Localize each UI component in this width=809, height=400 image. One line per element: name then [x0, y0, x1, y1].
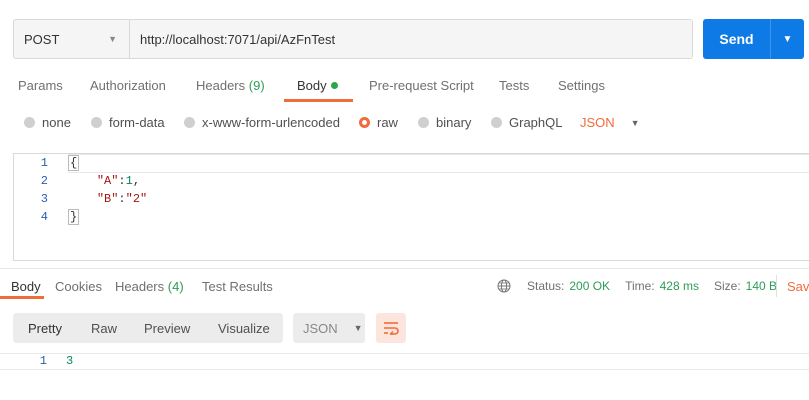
- tab-headers-count: (9): [248, 78, 265, 93]
- globe-icon[interactable]: [497, 279, 511, 293]
- radio-none[interactable]: none: [24, 115, 71, 130]
- send-label: Send: [719, 31, 754, 47]
- active-dot-icon: [330, 82, 338, 89]
- code-line: 1 {: [14, 155, 809, 174]
- tab-tests-label: Tests: [499, 78, 530, 93]
- method-label: POST: [24, 31, 60, 47]
- url-input[interactable]: http://localhost:7071/api/AzFnTest: [130, 20, 692, 58]
- line-number: 2: [40, 174, 48, 188]
- tab-headers-label: Headers: [196, 78, 246, 93]
- request-bar: POST ▼ http://localhost:7071/api/AzFnTes…: [13, 19, 693, 59]
- code-line: 3 "B":"2": [14, 192, 809, 210]
- response-status-bar: Status: 200 OK Time: 428 ms Size: 140 B: [497, 279, 777, 293]
- tab-pre-request-script[interactable]: Pre-request Script: [369, 78, 474, 102]
- size-value[interactable]: 140 B: [746, 279, 777, 293]
- response-format-label: JSON: [303, 320, 338, 336]
- radio-circle-icon: [491, 117, 502, 128]
- radio-circle-icon: [184, 117, 195, 128]
- code-text: {: [68, 155, 80, 171]
- tab-tests[interactable]: Tests: [499, 78, 529, 102]
- code-text: "B":"2": [96, 192, 148, 206]
- time-value[interactable]: 428 ms: [660, 279, 699, 293]
- json-key: "B": [96, 192, 119, 206]
- response-tab-cookies[interactable]: Cookies: [55, 279, 102, 294]
- tab-pre-request-label: Pre-request Script: [369, 78, 474, 93]
- radio-form-data-label: form-data: [109, 115, 165, 130]
- response-tab-test-results-label: Test Results: [202, 279, 273, 294]
- response-tab-body[interactable]: Body: [11, 279, 41, 294]
- json-string: "2": [125, 192, 148, 206]
- code-text: "A":1,: [96, 174, 141, 188]
- response-line-highlight: [0, 353, 809, 370]
- code-text: }: [68, 209, 80, 225]
- size-label: Size:: [713, 279, 741, 293]
- tab-params[interactable]: Params: [18, 78, 63, 102]
- radio-none-label: none: [42, 115, 71, 130]
- active-response-tab-indicator: [0, 296, 44, 299]
- response-tab-headers-label: Headers: [115, 279, 165, 294]
- response-tab-cookies-label: Cookies: [55, 279, 102, 294]
- json-number: 1: [125, 174, 133, 188]
- line-number: 1: [40, 156, 48, 170]
- save-response-button[interactable]: Save: [787, 279, 809, 294]
- radio-circle-icon: [91, 117, 102, 128]
- radio-urlencoded[interactable]: x-www-form-urlencoded: [184, 115, 340, 130]
- open-brace: {: [68, 155, 80, 171]
- radio-circle-icon: [418, 117, 429, 128]
- chevron-down-icon: ▼: [630, 117, 640, 128]
- method-select[interactable]: POST ▼: [14, 20, 130, 58]
- radio-raw-label: raw: [377, 115, 398, 130]
- chevron-down-icon: ▼: [353, 323, 363, 333]
- response-tab-headers[interactable]: Headers (4): [115, 279, 184, 294]
- line-number: 4: [40, 210, 48, 224]
- close-brace: }: [68, 209, 80, 225]
- view-mode-group: Pretty Raw Preview Visualize: [13, 313, 283, 343]
- view-raw-button[interactable]: Raw: [91, 313, 117, 343]
- wrap-lines-button[interactable]: [376, 313, 406, 343]
- chevron-down-icon: ▼: [108, 34, 117, 44]
- response-body-text[interactable]: 3: [66, 354, 73, 368]
- tab-headers[interactable]: Headers (9): [196, 78, 265, 102]
- radio-graphql-label: GraphQL: [509, 115, 563, 130]
- radio-circle-icon: [24, 117, 35, 128]
- response-format-select[interactable]: JSON ▼: [293, 313, 365, 343]
- radio-binary[interactable]: binary: [418, 115, 471, 130]
- response-tab-body-label: Body: [11, 279, 41, 294]
- request-body-editor[interactable]: 1 { 2 "A":1, 3 "B":"2" 4 }: [13, 153, 809, 261]
- pane-divider[interactable]: [0, 268, 809, 269]
- body-format-label: JSON: [580, 115, 615, 130]
- radio-raw[interactable]: raw: [359, 115, 398, 130]
- view-preview-button[interactable]: Preview: [144, 313, 190, 343]
- body-format-select[interactable]: JSON ▼: [580, 115, 640, 130]
- response-tab-headers-count: (4): [167, 279, 184, 294]
- status-separator: [776, 275, 777, 297]
- line-number: 3: [40, 192, 48, 206]
- radio-urlencoded-label: x-www-form-urlencoded: [202, 115, 340, 130]
- tab-params-label: Params: [18, 78, 63, 93]
- radio-selected-icon: [359, 117, 370, 128]
- response-tab-test-results[interactable]: Test Results: [202, 279, 273, 294]
- radio-graphql[interactable]: GraphQL: [491, 115, 562, 130]
- radio-form-data[interactable]: form-data: [91, 115, 165, 130]
- tab-settings-label: Settings: [558, 78, 605, 93]
- code-line: 4 }: [14, 209, 809, 228]
- active-tab-indicator: [284, 99, 353, 102]
- send-button[interactable]: Send ▼: [703, 19, 804, 59]
- wrap-lines-icon: [384, 322, 399, 335]
- tab-authorization-label: Authorization: [90, 78, 166, 93]
- tab-body-label: Body: [297, 78, 327, 93]
- view-pretty-button[interactable]: Pretty: [28, 313, 62, 343]
- tab-settings[interactable]: Settings: [558, 78, 605, 102]
- tab-authorization[interactable]: Authorization: [90, 78, 166, 102]
- radio-binary-label: binary: [436, 115, 472, 130]
- send-options-chevron-icon[interactable]: ▼: [770, 19, 804, 59]
- json-key: "A": [96, 174, 119, 188]
- response-line-number: 1: [39, 354, 47, 368]
- status-value[interactable]: 200 OK: [569, 279, 610, 293]
- code-line: 2 "A":1,: [14, 174, 809, 192]
- time-label: Time:: [625, 279, 655, 293]
- view-visualize-button[interactable]: Visualize: [218, 313, 270, 343]
- status-label: Status:: [527, 279, 565, 293]
